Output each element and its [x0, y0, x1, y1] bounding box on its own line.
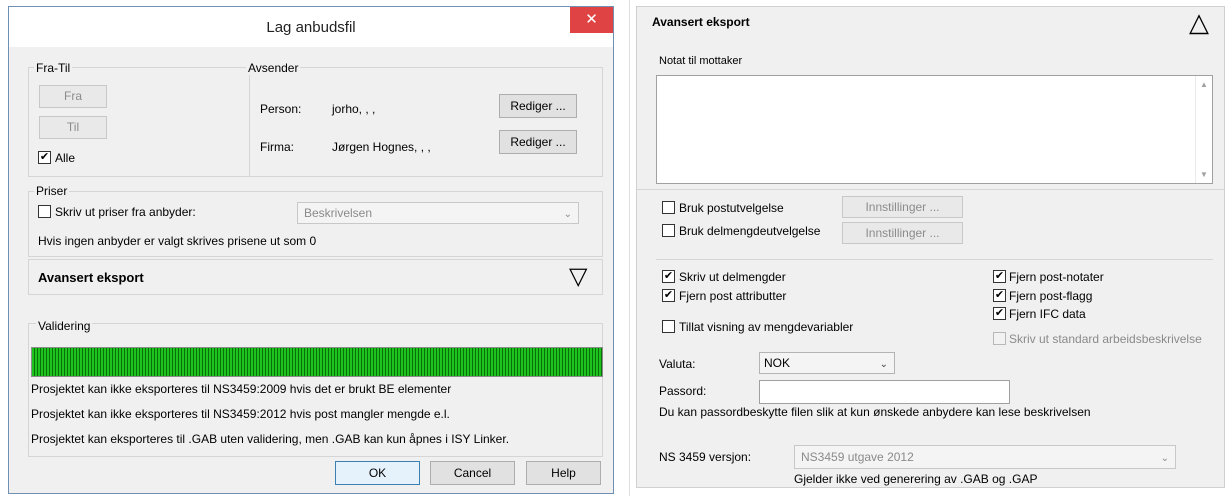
dialog-title: Lag anbudsfil — [266, 19, 356, 36]
chevron-down-icon: ⌄ — [563, 209, 572, 220]
avsender-label: Avsender — [246, 61, 301, 75]
notat-label: Notat til mottaker — [659, 55, 743, 67]
fjern-post-notater-label: Fjern post-notater — [1009, 270, 1104, 284]
checkmark-icon: ✔ — [39, 151, 50, 163]
cancel-button[interactable]: Cancel — [430, 461, 515, 485]
innstillinger-button-2[interactable]: Innstillinger ... — [842, 222, 963, 244]
valuta-label: Valuta: — [659, 357, 696, 371]
innstillinger-button-1[interactable]: Innstillinger ... — [842, 196, 963, 218]
fjern-post-attributter-label: Fjern post attributter — [679, 289, 787, 303]
ns-version-value: NS3459 utgave 2012 — [801, 450, 914, 464]
validering-label: Validering — [36, 319, 93, 333]
fjern-ifc-data-checkbox[interactable]: ✔ — [993, 307, 1006, 320]
close-button[interactable]: ✕ — [570, 7, 613, 33]
passord-label: Passord: — [659, 384, 707, 398]
expand-triangle-icon[interactable]: ▽ — [569, 264, 587, 290]
validation-message-1: Prosjektet kan ikke eksporteres til NS34… — [31, 382, 452, 396]
ns-version-select[interactable]: NS3459 utgave 2012 ⌄ — [794, 445, 1176, 469]
skriv-ut-standard-checkbox[interactable] — [993, 332, 1006, 345]
panel-divider-2 — [656, 259, 1213, 260]
person-label: Person: — [260, 102, 302, 116]
dialog-window: Lag anbudsfil ✕ Fra-Til Fra Til ✔ Alle A… — [8, 6, 614, 494]
priser-info: Hvis ingen anbyder er valgt skrives pris… — [38, 234, 317, 248]
validation-message-2: Prosjektet kan ikke eksporteres til NS34… — [31, 407, 450, 421]
notat-textarea[interactable]: ▲ ▼ — [656, 75, 1213, 184]
skriv-ut-delmengder-checkbox[interactable]: ✔ — [662, 270, 675, 283]
tillat-visning-label: Tillat visning av mengdevariabler — [679, 320, 854, 334]
rediger-person-button[interactable]: Rediger ... — [499, 94, 577, 118]
valuta-select-value: NOK — [764, 356, 791, 370]
textarea-scrollbar[interactable]: ▲ ▼ — [1195, 76, 1212, 183]
help-button[interactable]: Help — [526, 461, 601, 485]
bruk-postutvelgelse-label: Bruk postutvelgelse — [679, 201, 784, 215]
skriv-ut-standard-label: Skriv ut standard arbeidsbeskrivelse — [1009, 332, 1202, 346]
scroll-down-icon[interactable]: ▼ — [1196, 170, 1212, 179]
person-value: jorho, , , — [332, 102, 376, 116]
firma-value: Jørgen Hognes, , , — [332, 140, 431, 154]
fjern-ifc-data-label: Fjern IFC data — [1009, 307, 1086, 321]
advanced-panel-title: Avansert eksport — [652, 15, 750, 29]
checkmark-icon: ✔ — [994, 289, 1005, 301]
fjern-post-attributter-checkbox[interactable]: ✔ — [662, 289, 675, 302]
fjern-post-flagg-label: Fjern post-flagg — [1009, 289, 1093, 303]
til-button[interactable]: Til — [39, 116, 107, 139]
title-bar: Lag anbudsfil ✕ — [9, 7, 613, 47]
priser-checkbox-label: Skriv ut priser fra anbyder: — [55, 205, 196, 219]
avansert-eksport-bar[interactable]: Avansert eksport ▽ — [28, 259, 603, 295]
bruk-delmengdeutvelgelse-checkbox[interactable] — [662, 224, 675, 237]
panel-divider — [637, 189, 1224, 190]
passord-info: Du kan passordbeskytte filen slik at kun… — [659, 405, 1091, 419]
skriv-ut-delmengder-label: Skriv ut delmengder — [679, 270, 786, 284]
fjern-post-notater-checkbox[interactable]: ✔ — [993, 270, 1006, 283]
collapse-triangle-icon[interactable]: △ — [1189, 5, 1209, 39]
fjern-post-flagg-checkbox[interactable]: ✔ — [993, 289, 1006, 302]
ns-version-label: NS 3459 versjon: — [659, 450, 752, 464]
avansert-eksport-label: Avansert eksport — [38, 270, 144, 285]
checkmark-icon: ✔ — [663, 289, 674, 301]
close-icon: ✕ — [585, 11, 598, 28]
checkmark-icon: ✔ — [663, 270, 674, 282]
tillat-visning-checkbox[interactable] — [662, 320, 675, 333]
validation-progress-bar — [31, 347, 603, 377]
fra-button[interactable]: Fra — [39, 85, 107, 108]
bruk-postutvelgelse-checkbox[interactable] — [662, 201, 675, 214]
checkmark-icon: ✔ — [994, 270, 1005, 282]
advanced-export-panel: Avansert eksport △ Notat til mottaker ▲ … — [636, 6, 1225, 488]
screenshot-separator — [629, 0, 630, 496]
firma-label: Firma: — [260, 140, 294, 154]
bruk-delmengdeutvelgelse-label: Bruk delmengdeutvelgelse — [679, 224, 821, 238]
priser-checkbox[interactable] — [38, 205, 51, 218]
rediger-firma-button[interactable]: Rediger ... — [499, 130, 577, 154]
priser-select-value: Beskrivelsen — [304, 206, 373, 220]
ok-button[interactable]: OK — [335, 461, 420, 485]
valuta-select[interactable]: NOK ⌄ — [759, 352, 895, 374]
validation-message-3: Prosjektet kan eksporteres til .GAB uten… — [31, 432, 510, 446]
fra-til-label: Fra-Til — [34, 61, 73, 75]
chevron-down-icon: ⌄ — [879, 359, 888, 370]
priser-label: Priser — [34, 184, 70, 198]
alle-label: Alle — [55, 151, 76, 165]
passord-input[interactable] — [759, 380, 1010, 404]
chevron-down-icon: ⌄ — [1160, 453, 1169, 464]
alle-checkbox[interactable]: ✔ — [38, 151, 51, 164]
scroll-up-icon[interactable]: ▲ — [1196, 80, 1212, 89]
priser-select[interactable]: Beskrivelsen ⌄ — [297, 202, 579, 224]
ns-version-info: Gjelder ikke ved generering av .GAB og .… — [794, 472, 1038, 486]
checkmark-icon: ✔ — [994, 307, 1005, 319]
